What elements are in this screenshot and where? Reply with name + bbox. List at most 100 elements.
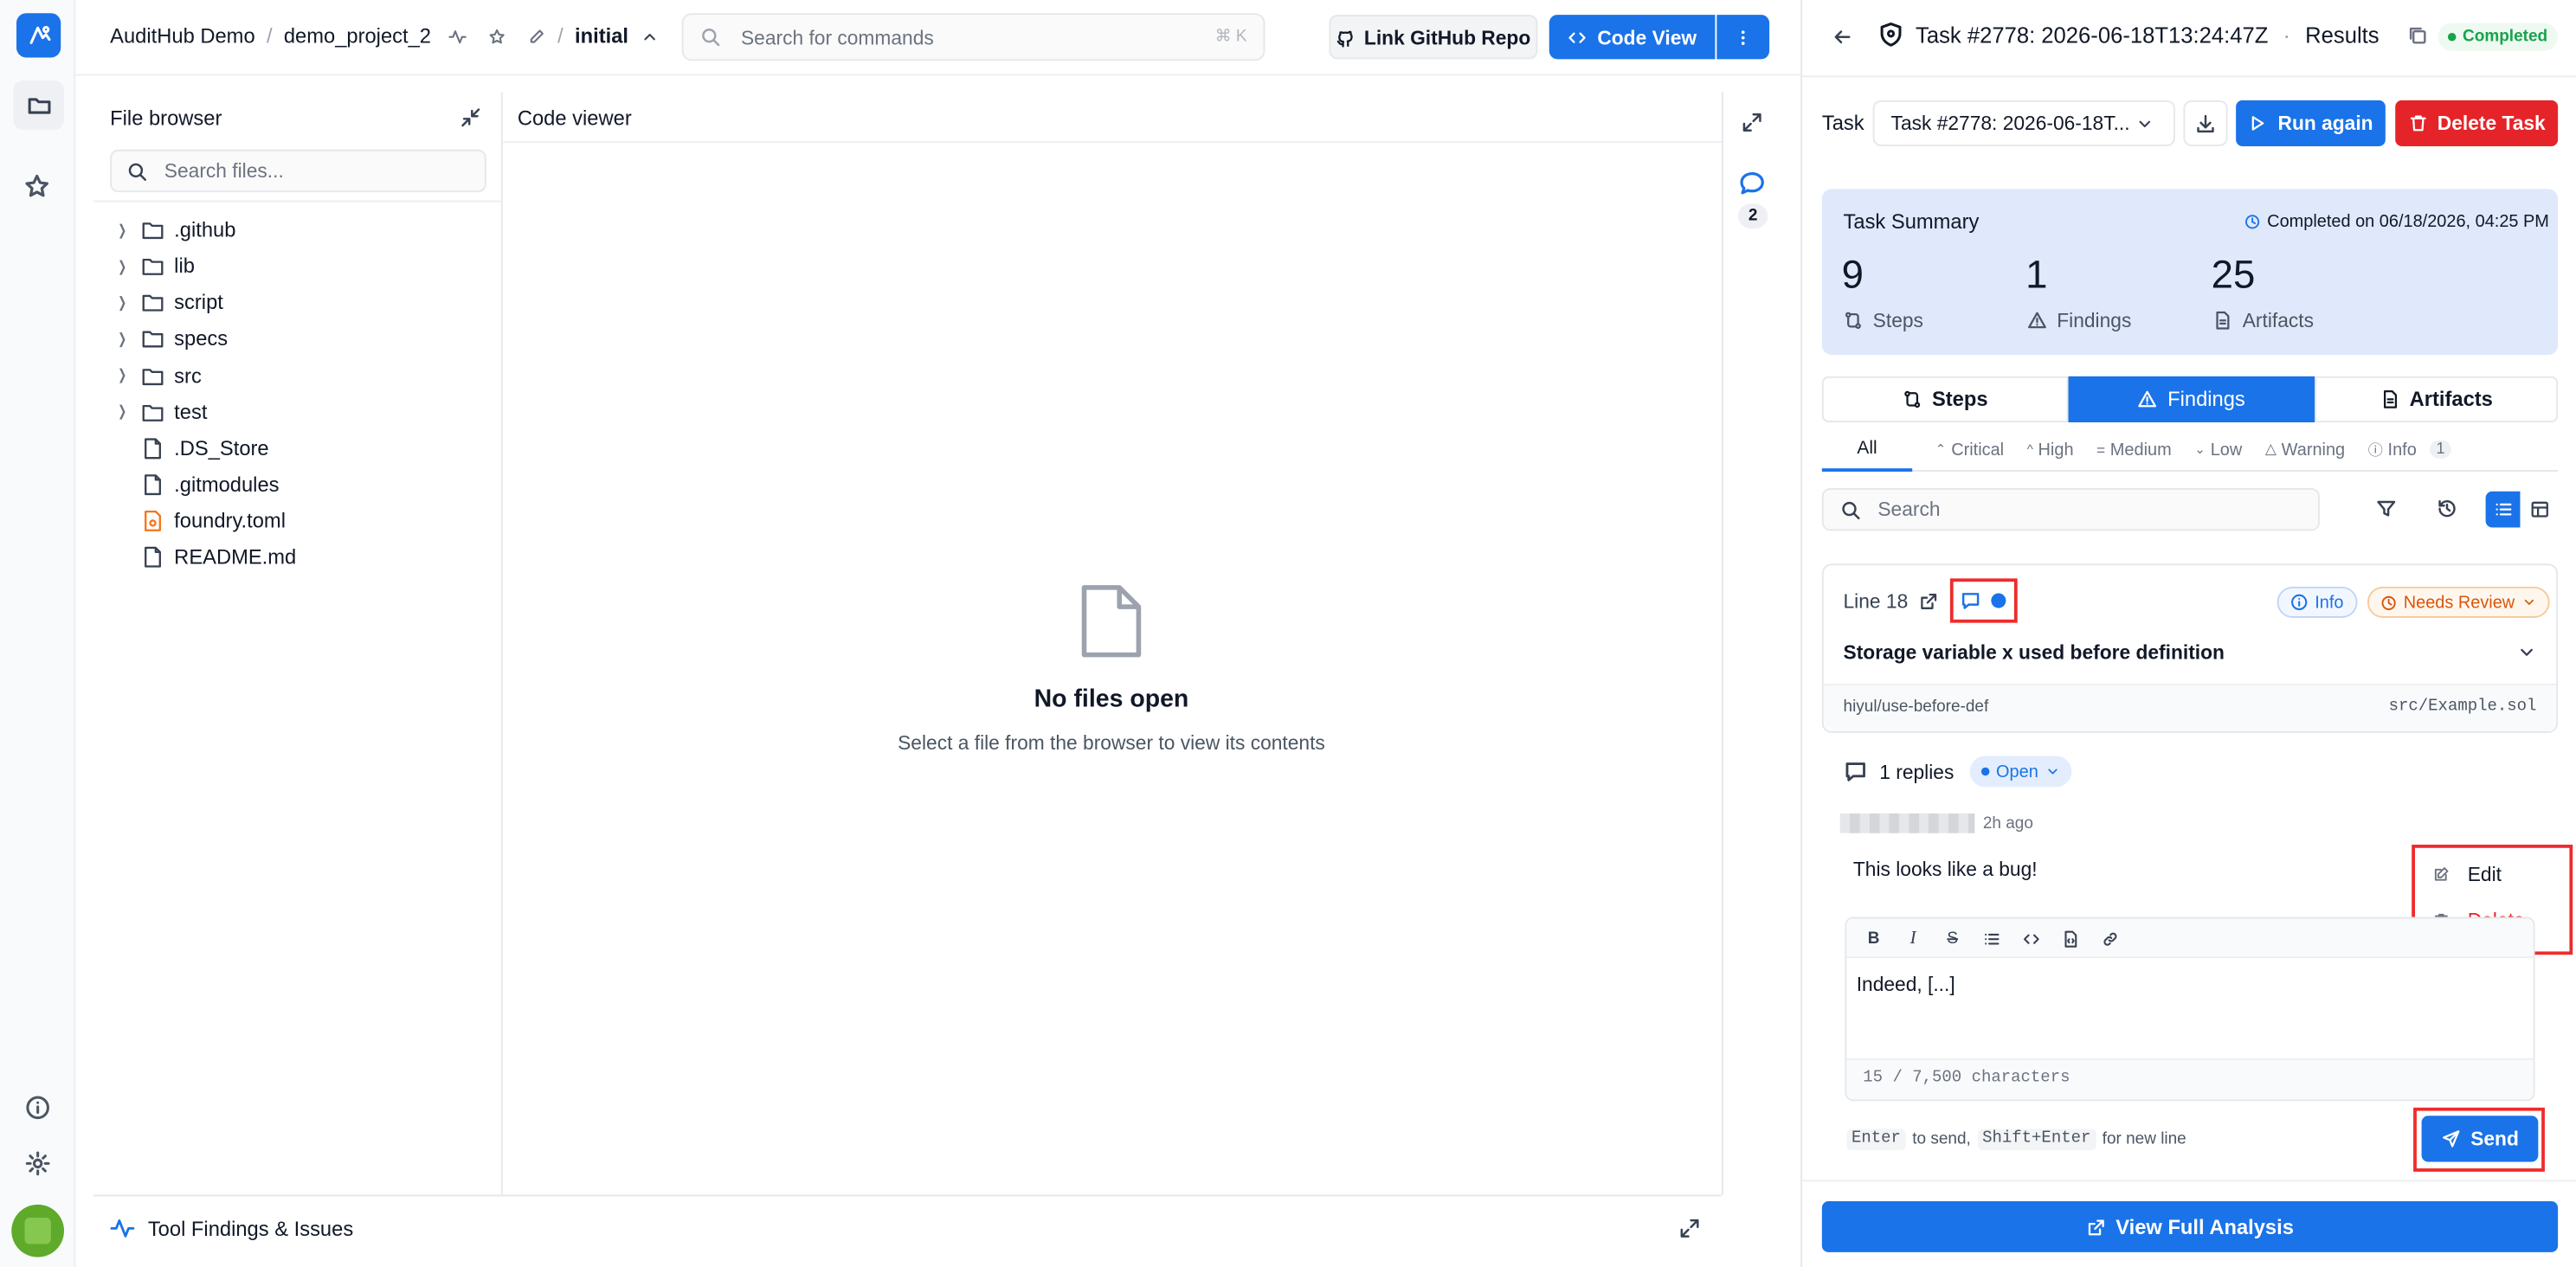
task-summary-title: Task Summary xyxy=(1843,210,1980,234)
tab-findings[interactable]: Findings xyxy=(2068,376,2315,422)
send-label: Send xyxy=(2470,1127,2519,1151)
expand-tool-findings-button[interactable] xyxy=(1679,1218,1701,1239)
tree-item-label: script xyxy=(174,291,223,315)
folder-item[interactable]: ❯ test xyxy=(115,394,207,430)
download-button[interactable] xyxy=(2183,100,2228,146)
severity-tab-all-label: All xyxy=(1857,438,1877,459)
findings-search-input[interactable]: Search xyxy=(1821,487,2320,531)
breadcrumb-repo[interactable]: demo_project_2 xyxy=(284,24,431,48)
activity-icon[interactable] xyxy=(449,27,467,45)
breadcrumb-separator: / xyxy=(266,24,273,48)
breadcrumb-project[interactable]: AuditHub Demo xyxy=(110,24,254,48)
info-icon: ⓘ xyxy=(2367,441,2383,459)
chevron-down-icon xyxy=(2047,769,2058,775)
severity-tab-warning[interactable]: △ Warning xyxy=(2265,440,2345,460)
open-in-viewer-button[interactable] xyxy=(1919,592,1939,612)
copy-icon[interactable] xyxy=(2407,24,2429,46)
severity-tab-high[interactable]: ^ High xyxy=(2027,440,2074,460)
arrow-left-icon xyxy=(1834,30,1851,44)
warning-icon: △ xyxy=(2264,440,2277,457)
filter-button[interactable] xyxy=(2375,498,2397,519)
folder-item[interactable]: ❯ lib xyxy=(115,248,195,285)
severity-tab-medium[interactable]: = Medium xyxy=(2096,440,2172,460)
comments-toggle-button[interactable] xyxy=(1738,170,1766,197)
italic-icon[interactable]: I xyxy=(1904,929,1922,949)
tab-artifacts[interactable]: Artifacts xyxy=(2315,376,2559,422)
pencil-icon[interactable] xyxy=(528,27,546,45)
table-view-button[interactable] xyxy=(2521,492,2556,528)
comment-icon xyxy=(1961,593,1980,609)
back-button[interactable] xyxy=(1832,26,1853,48)
star-icon[interactable] xyxy=(488,27,506,45)
severity-tab-critical-label: Critical xyxy=(1951,439,2005,460)
collapse-file-browser-button[interactable] xyxy=(460,106,481,128)
folder-item[interactable]: ❯ specs xyxy=(115,321,228,357)
expand-finding-button[interactable] xyxy=(2517,642,2537,662)
file-item[interactable]: .DS_Store xyxy=(115,430,269,466)
send-hint: Enter to send, Shift+Enter for new line xyxy=(1846,1129,2186,1151)
findings-stat-label: Findings xyxy=(2027,309,2131,332)
severity-tab-all[interactable]: All xyxy=(1821,430,1913,472)
favorites-nav-button[interactable] xyxy=(23,172,51,200)
tool-findings-toggle[interactable]: Tool Findings & Issues xyxy=(110,1216,353,1240)
download-icon xyxy=(2197,113,2214,132)
tree-item-label: src xyxy=(174,363,202,388)
bold-icon[interactable]: B xyxy=(1864,929,1883,948)
code-icon[interactable] xyxy=(2022,929,2040,948)
file-item[interactable]: README.md xyxy=(115,539,296,576)
file-item[interactable]: foundry.toml xyxy=(115,503,286,539)
steps-count: 9 xyxy=(1841,253,1864,298)
edit-comment-menu-item[interactable]: Edit xyxy=(2433,863,2502,885)
delete-task-button[interactable]: Delete Task xyxy=(2395,100,2559,146)
chevron-up-icon[interactable] xyxy=(640,27,658,45)
reply-text-area[interactable]: Indeed, [...] xyxy=(1857,973,2524,996)
code-view-more-button[interactable] xyxy=(1716,15,1770,60)
send-button[interactable]: Send xyxy=(2421,1116,2539,1162)
severity-tab-critical[interactable]: ⌃ Critical xyxy=(1935,440,2004,460)
info-nav-button[interactable] xyxy=(24,1095,50,1121)
expand-viewer-button[interactable] xyxy=(1742,112,1763,133)
tab-steps[interactable]: Steps xyxy=(1821,376,2069,422)
bullet-list-icon[interactable] xyxy=(1983,929,2001,948)
branch-selector[interactable]: initial xyxy=(575,24,628,48)
files-nav-button[interactable] xyxy=(13,80,65,131)
code-view-button[interactable]: Code View xyxy=(1549,15,1716,60)
severity-badge-text: Info xyxy=(2315,592,2344,613)
app-logo[interactable] xyxy=(16,13,61,58)
file-item[interactable]: .gitmodules xyxy=(115,466,280,503)
finding-title[interactable]: Storage variable x used before definitio… xyxy=(1844,641,2225,665)
file-search-input[interactable]: Search files... xyxy=(110,149,486,193)
view-full-analysis-button[interactable]: View Full Analysis xyxy=(1821,1201,2559,1252)
task-select[interactable]: Task #2778: 2026-06-18T... xyxy=(1872,100,2175,146)
settings-file-icon xyxy=(141,510,171,533)
severity-tab-low[interactable]: ⌄ Low xyxy=(2194,440,2242,460)
severity-tab-low-label: Low xyxy=(2210,439,2243,460)
link-icon[interactable] xyxy=(2101,929,2119,948)
link-github-button[interactable]: Link GitHub Repo xyxy=(1329,15,1538,60)
tab-artifacts-label: Artifacts xyxy=(2409,388,2493,411)
thread-status-dropdown[interactable]: Open xyxy=(1969,756,2071,788)
strikethrough-icon[interactable]: S xyxy=(1943,929,1961,948)
code-viewer-divider xyxy=(502,141,1723,144)
task-title: Task #2778: 2026-06-18T13:24:47Z xyxy=(1916,22,2269,48)
code-block-icon[interactable] xyxy=(2062,929,2080,948)
severity-tab-info[interactable]: ⓘ Info 1 xyxy=(2367,439,2452,460)
user-avatar[interactable] xyxy=(11,1204,65,1257)
artifacts-label: Artifacts xyxy=(2242,308,2314,332)
document-icon xyxy=(2216,311,2230,330)
folder-item[interactable]: ❯ src xyxy=(115,357,202,394)
external-link-icon xyxy=(2088,1219,2104,1235)
finding-comment-button[interactable] xyxy=(1960,590,1981,612)
run-again-button[interactable]: Run again xyxy=(2236,100,2386,146)
external-link-icon xyxy=(1921,594,1937,609)
play-icon xyxy=(2252,116,2265,131)
finding-line[interactable]: Line 18 xyxy=(1844,590,1909,614)
folder-item[interactable]: ❯ .github xyxy=(115,212,235,248)
history-button[interactable] xyxy=(2437,498,2458,519)
command-search[interactable]: Search for commands ⌘ K xyxy=(681,13,1265,61)
folder-item[interactable]: ❯ script xyxy=(115,285,223,321)
list-view-button[interactable] xyxy=(2485,491,2521,528)
finding-file[interactable]: src/Example.sol xyxy=(2382,698,2537,717)
settings-nav-button[interactable] xyxy=(24,1150,50,1176)
review-status-dropdown[interactable]: Needs Review xyxy=(2367,586,2550,618)
